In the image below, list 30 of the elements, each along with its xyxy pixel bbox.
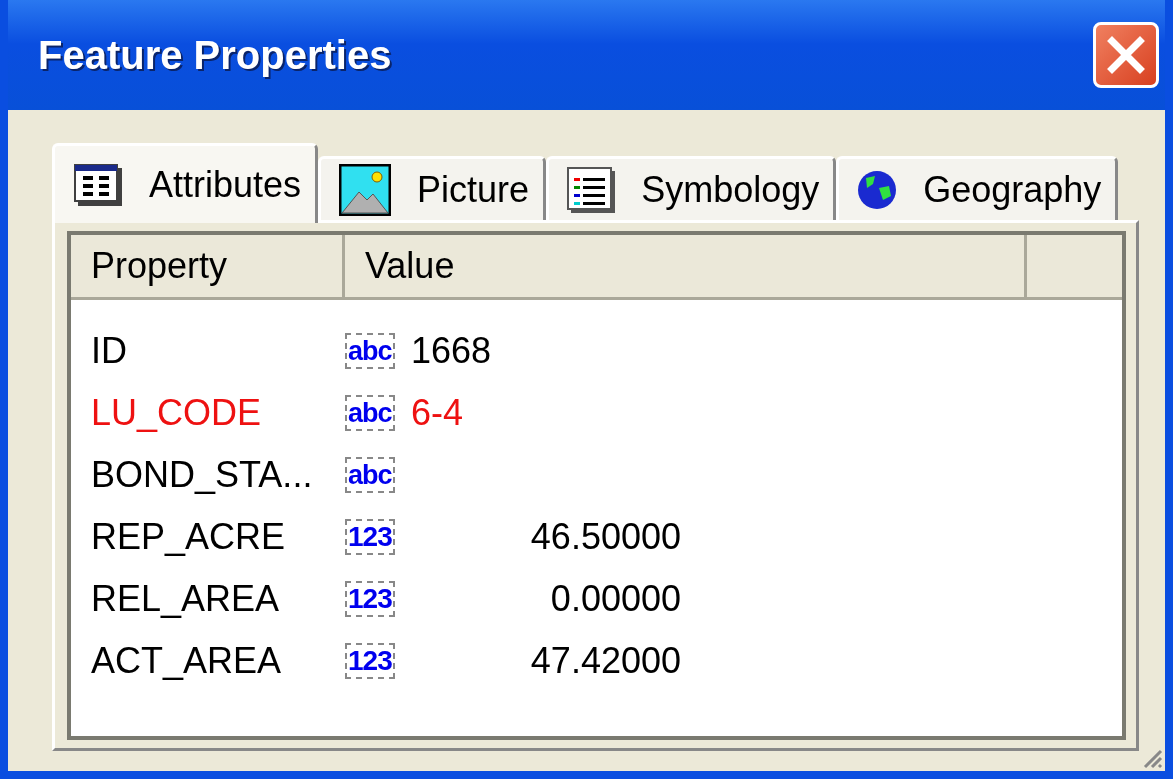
tab[interactable]: Attributes: [52, 143, 319, 223]
resize-grip-icon[interactable]: [1141, 747, 1163, 769]
field-type-badge: abc: [345, 333, 395, 369]
globe-icon: [857, 169, 898, 210]
column-header[interactable]: Value: [345, 235, 1027, 297]
property-value: 0.00000: [549, 578, 681, 620]
property-name: ID: [90, 330, 128, 372]
property-name: BOND_STA...: [90, 454, 314, 496]
property-name: REP_ACRE: [90, 516, 287, 558]
property-value: 47.42000: [529, 640, 681, 682]
field-type-badge: 123: [345, 581, 395, 617]
tab[interactable]: Symbology: [546, 156, 837, 220]
field-type-badge: 123: [345, 643, 395, 679]
property-name: REL_AREA: [90, 578, 281, 620]
landscape-picture-icon: [339, 163, 392, 216]
field-type-badge: abc: [345, 457, 395, 493]
property-value: 1668: [411, 330, 492, 372]
property-value: 46.50000: [529, 516, 681, 558]
property-name: LU_CODE: [90, 392, 263, 434]
column-header[interactable]: Property: [71, 235, 345, 297]
table-icon: [73, 162, 123, 207]
tab[interactable]: Picture: [318, 156, 547, 220]
property-name: ACT_AREA: [90, 640, 283, 682]
close-button[interactable]: [1093, 22, 1159, 88]
field-type-badge: abc: [345, 395, 395, 431]
list-icon: [567, 166, 616, 213]
field-type-badge: 123: [345, 519, 395, 555]
tab[interactable]: Geography: [836, 156, 1119, 220]
window-title: Feature Properties: [38, 32, 392, 78]
property-value: 6-4: [411, 392, 464, 434]
